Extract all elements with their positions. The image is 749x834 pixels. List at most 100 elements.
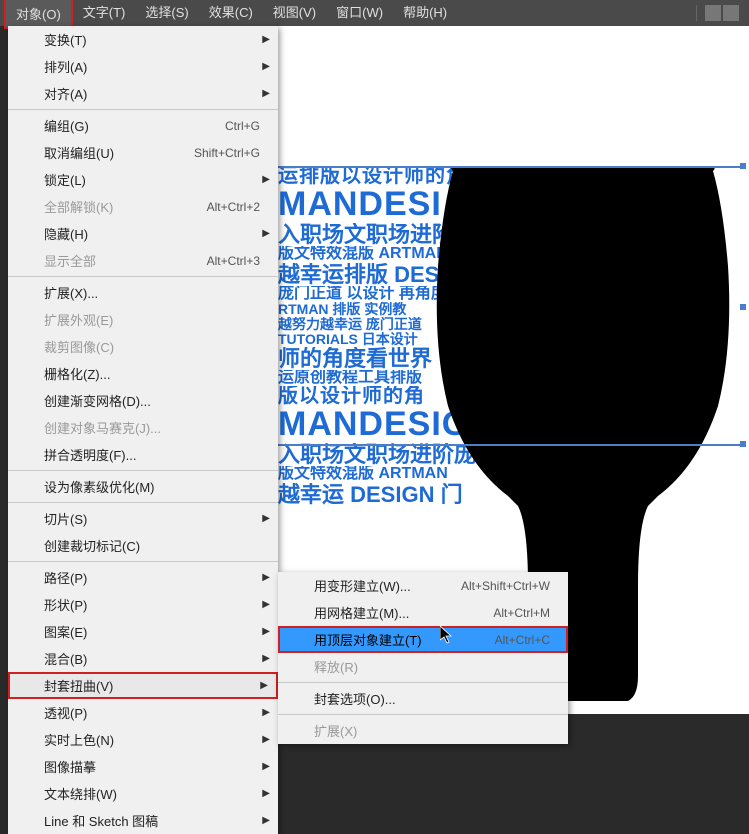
menu-item[interactable]: Line 和 Sketch 图稿▶ (8, 807, 278, 834)
menu-item[interactable]: 排列(A) ▶ (8, 53, 278, 80)
menu-item[interactable]: 路径(P)▶ (8, 564, 278, 591)
menu-item[interactable]: 用变形建立(W)... Alt+Shift+Ctrl+W (278, 572, 568, 599)
menu-item-label: 取消编组(U) (44, 143, 114, 162)
menu-separator (278, 682, 568, 683)
menu-item-label: 锁定(L) (44, 170, 86, 189)
submenu-arrow-icon: ▶ (262, 513, 270, 524)
menu-item[interactable]: 编组(G)Ctrl+G (8, 112, 278, 139)
menu-item-label: 裁剪图像(C) (44, 337, 114, 356)
menu-item-label: 设为像素级优化(M) (44, 477, 155, 496)
menu-item[interactable]: 用顶层对象建立(T)Alt+Ctrl+C (278, 626, 568, 653)
menu-item-label: 扩展外观(E) (44, 310, 113, 329)
menu-item[interactable]: 形状(P)▶ (8, 591, 278, 618)
menu-item-label: 排列(A) (44, 57, 87, 76)
submenu-arrow-icon: ▶ (262, 734, 270, 745)
menu-item: 释放(R) (278, 653, 568, 680)
submenu-arrow-icon: ▶ (260, 680, 268, 691)
menu-item: 创建对象马赛克(J)... (8, 414, 278, 441)
anchor-point[interactable] (740, 163, 746, 169)
menu-item-label: 扩展(X) (314, 721, 357, 740)
submenu-arrow-icon: ▶ (262, 788, 270, 799)
menubar-item[interactable]: 选择(S) (135, 0, 198, 29)
menu-shortcut: Ctrl+G (225, 119, 260, 133)
menu-item-label: 封套扭曲(V) (44, 676, 113, 695)
object-menu-dropdown: 变换(T) ▶ 排列(A) ▶ 对齐(A) ▶ 编组(G)Ctrl+G 取消编组(U) Shif… (8, 26, 278, 834)
menu-item-label: 混合(B) (44, 649, 87, 668)
menu-item: 全部解锁(K) Alt+Ctrl+2 (8, 193, 278, 220)
menu-item-label: 用网格建立(M)... (314, 603, 409, 622)
menu-separator (8, 502, 278, 503)
menubar: 对象(O)文字(T)选择(S)效果(C)视图(V)窗口(W)帮助(H) (0, 0, 749, 26)
workspace-icon[interactable] (705, 5, 721, 21)
menu-item-label: 全部解锁(K) (44, 197, 113, 216)
arrange-icon[interactable] (723, 5, 739, 21)
menubar-item[interactable]: 帮助(H) (393, 0, 457, 29)
menu-item[interactable]: 实时上色(N) ▶ (8, 726, 278, 753)
menu-item[interactable]: 创建渐变网格(D)... (8, 387, 278, 414)
submenu-arrow-icon: ▶ (262, 88, 270, 99)
submenu-arrow-icon: ▶ (262, 653, 270, 664)
submenu-arrow-icon: ▶ (262, 761, 270, 772)
menu-item[interactable]: 图像描摹 ▶ (8, 753, 278, 780)
menu-item[interactable]: 用网格建立(M)... Alt+Ctrl+M (278, 599, 568, 626)
menu-item-label: 图案(E) (44, 622, 87, 641)
menu-item-label: 切片(S) (44, 509, 87, 528)
menu-item[interactable]: 图案(E)▶ (8, 618, 278, 645)
menu-item[interactable]: 封套扭曲(V) ▶ (8, 672, 278, 699)
menu-item: 扩展外观(E) (8, 306, 278, 333)
submenu-arrow-icon: ▶ (262, 572, 270, 583)
menu-item-label: 图像描摹 (44, 757, 96, 776)
menu-item-label: 创建裁切标记(C) (44, 536, 140, 555)
submenu-arrow-icon: ▶ (262, 34, 270, 45)
menu-item-label: 实时上色(N) (44, 730, 114, 749)
menu-item[interactable]: 设为像素级优化(M) (8, 473, 278, 500)
menu-item[interactable]: 封套选项(O)... (278, 685, 568, 712)
menu-shortcut: Alt+Shift+Ctrl+W (461, 579, 550, 593)
menu-item[interactable]: 混合(B) ▶ (8, 645, 278, 672)
menu-item-label: 显示全部 (44, 251, 96, 270)
menubar-item[interactable]: 视图(V) (263, 0, 326, 29)
menubar-item[interactable]: 对象(O) (4, 0, 73, 29)
menu-item: 裁剪图像(C) (8, 333, 278, 360)
mouse-cursor (440, 626, 454, 647)
menu-item[interactable]: 创建裁切标记(C) (8, 532, 278, 559)
menu-item[interactable]: 变换(T) ▶ (8, 26, 278, 53)
menu-item-label: 释放(R) (314, 657, 358, 676)
menu-shortcut: Shift+Ctrl+G (194, 146, 260, 160)
menu-item[interactable]: 锁定(L)▶ (8, 166, 278, 193)
menu-separator (278, 714, 568, 715)
menu-item-label: 用顶层对象建立(T) (314, 630, 422, 649)
menu-item-label: 对齐(A) (44, 84, 87, 103)
menu-item-label: 透视(P) (44, 703, 87, 722)
submenu-arrow-icon: ▶ (262, 707, 270, 718)
menubar-item[interactable]: 文字(T) (73, 0, 136, 29)
menu-item[interactable]: 拼合透明度(F)... (8, 441, 278, 468)
menu-item[interactable]: 取消编组(U) Shift+Ctrl+G (8, 139, 278, 166)
menu-item-label: 封套选项(O)... (314, 689, 396, 708)
menu-item-label: 用变形建立(W)... (314, 576, 411, 595)
menu-item[interactable]: 切片(S) ▶ (8, 505, 278, 532)
menu-separator (8, 276, 278, 277)
envelope-distort-submenu: 用变形建立(W)... Alt+Shift+Ctrl+W 用网格建立(M)... Al… (278, 572, 568, 744)
menu-item-label: 文本绕排(W) (44, 784, 117, 803)
menu-item[interactable]: 扩展(X)... (8, 279, 278, 306)
submenu-arrow-icon: ▶ (262, 61, 270, 72)
menubar-item[interactable]: 窗口(W) (326, 0, 393, 29)
menu-shortcut: Alt+Ctrl+2 (207, 200, 260, 214)
menu-item[interactable]: 文本绕排(W) ▶ (8, 780, 278, 807)
menubar-item[interactable]: 效果(C) (199, 0, 263, 29)
menu-item: 显示全部Alt+Ctrl+3 (8, 247, 278, 274)
menu-item[interactable]: 透视(P) ▶ (8, 699, 278, 726)
menu-item: 扩展(X) (278, 717, 568, 744)
menu-item-label: 变换(T) (44, 30, 87, 49)
anchor-point[interactable] (740, 441, 746, 447)
menu-separator (8, 470, 278, 471)
menu-shortcut: Alt+Ctrl+M (493, 606, 550, 620)
menu-separator (8, 109, 278, 110)
menu-item[interactable]: 对齐(A) ▶ (8, 80, 278, 107)
anchor-point[interactable] (740, 304, 746, 310)
menu-item-label: 创建渐变网格(D)... (44, 391, 151, 410)
submenu-arrow-icon: ▶ (262, 599, 270, 610)
menu-item[interactable]: 隐藏(H)▶ (8, 220, 278, 247)
menu-item[interactable]: 栅格化(Z)... (8, 360, 278, 387)
